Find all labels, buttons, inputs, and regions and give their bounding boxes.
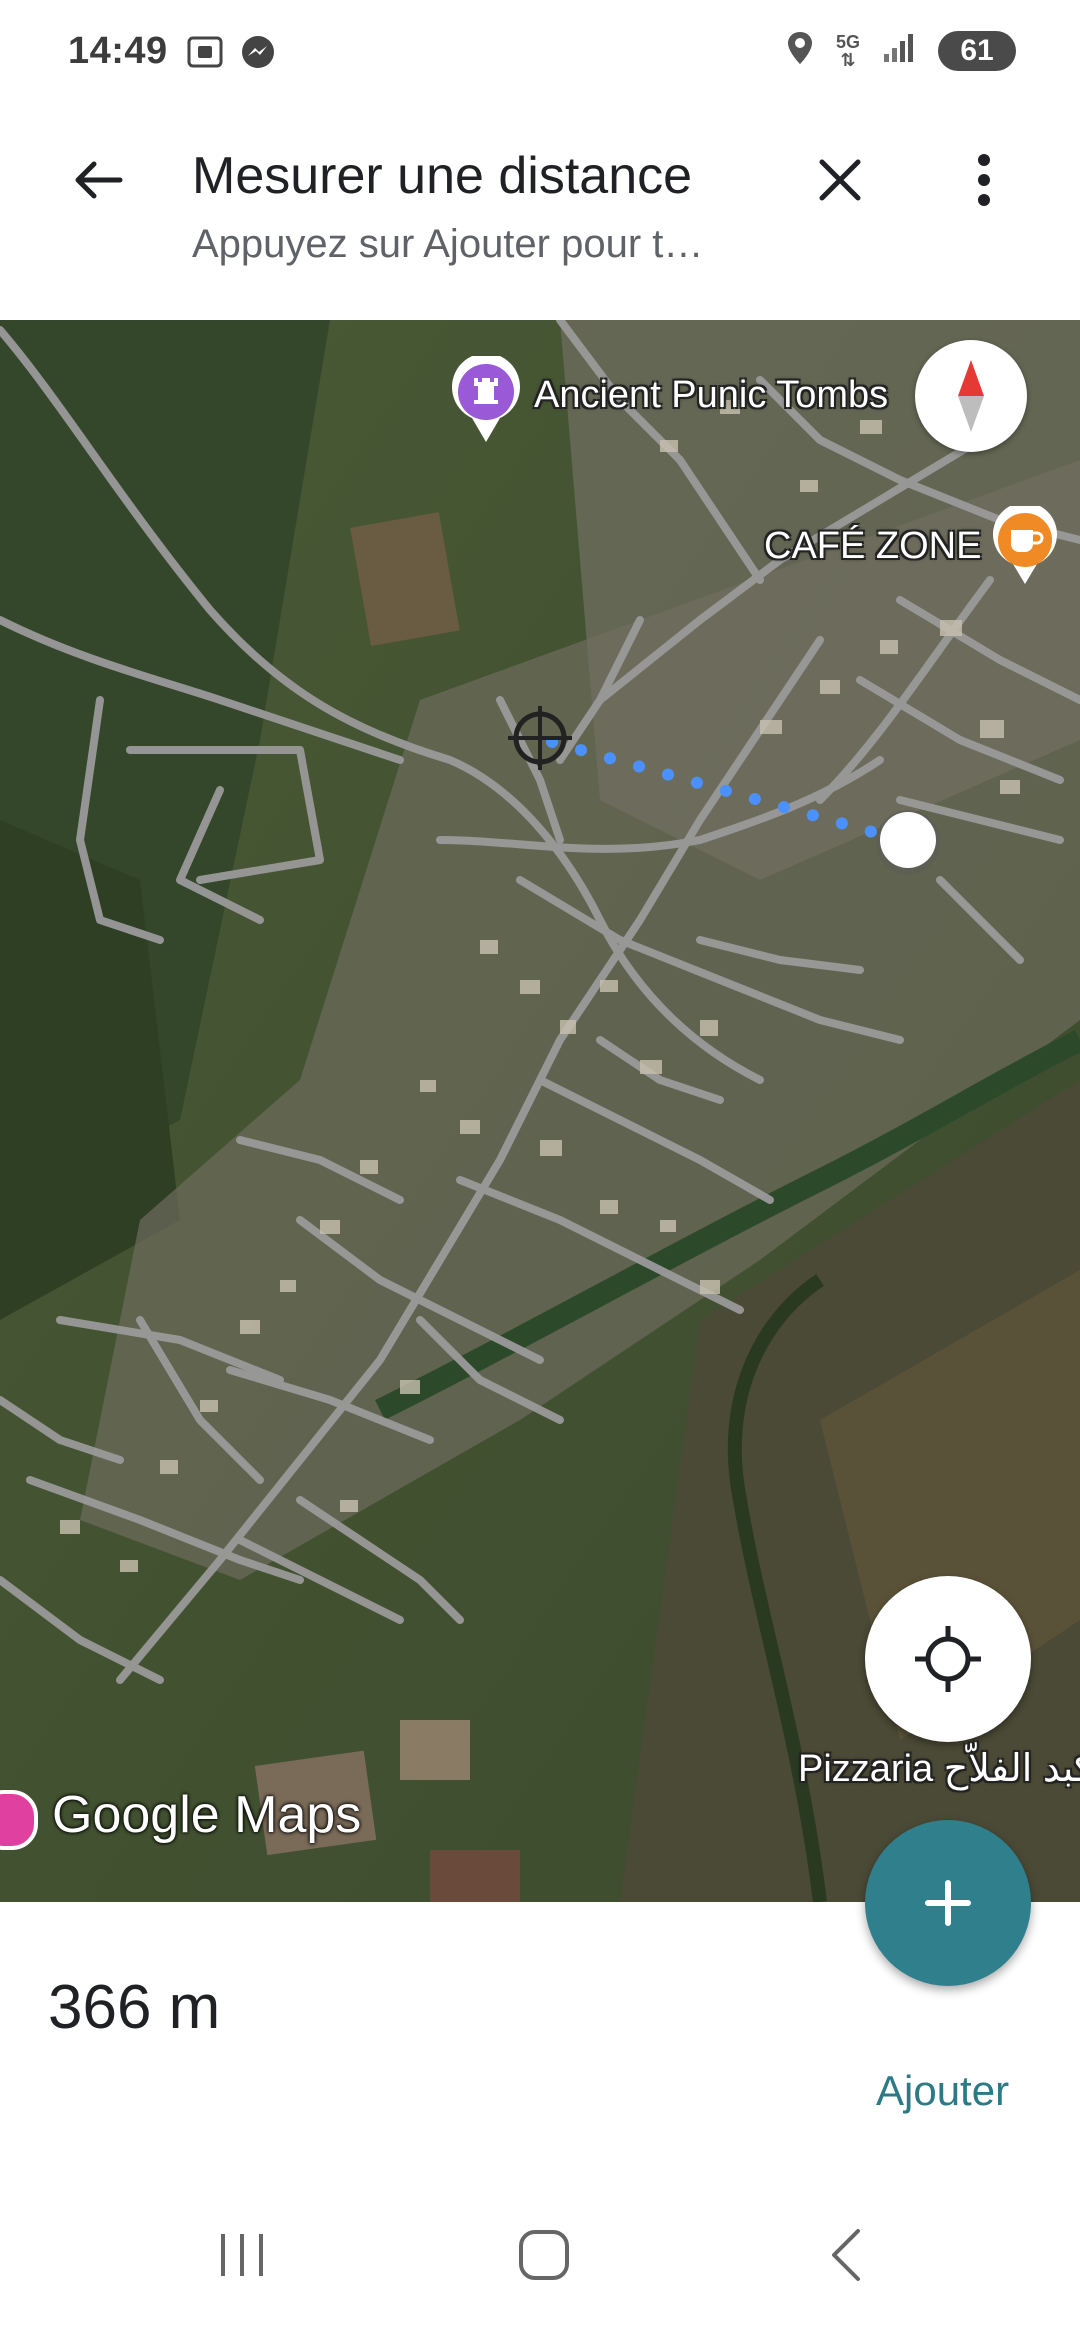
add-point-fab[interactable] [865, 1820, 1031, 1986]
add-button[interactable]: Ajouter [876, 2067, 1009, 2115]
compass-icon [958, 360, 984, 432]
status-time: 14:49 [68, 30, 168, 72]
more-vert-icon [978, 154, 990, 206]
system-back-button[interactable] [776, 2170, 916, 2340]
recent-apps-icon [221, 2234, 263, 2276]
signal-icon [882, 32, 916, 69]
poi-label: Pizzaria ﻛﺒﺪ ﺍﻟﻔﻼّﺡ [798, 1748, 1080, 1790]
page-title: Mesurer une distance [192, 147, 693, 205]
page-subtitle: Appuyez sur Ajouter pour t… [192, 222, 704, 266]
compass-button[interactable] [915, 340, 1027, 452]
battery-icon: 61 [938, 30, 1016, 71]
network-label: 5G [835, 31, 860, 52]
poi-pizzaria[interactable]: Pizzaria ﻛﺒﺪ ﺍﻟﻔﻼّﺡ [798, 1746, 1080, 1791]
screenshot-icon [186, 35, 224, 74]
monument-icon [452, 356, 520, 442]
close-icon [819, 159, 861, 201]
satellite-map[interactable]: Ancient Punic Tombs CAFÉ ZONE Pizzaria ﻛ… [0, 320, 1080, 1902]
my-location-button[interactable] [865, 1576, 1031, 1742]
poi-label: CAFÉ ZONE [764, 524, 982, 567]
poi-label: Ancient Punic Tombs [534, 373, 889, 416]
poi-cafe-zone[interactable]: CAFÉ ZONE [764, 506, 1061, 586]
coffee-cup-icon [993, 506, 1058, 584]
recent-apps-button[interactable] [172, 2170, 312, 2340]
home-button[interactable] [474, 2170, 614, 2340]
messenger-icon [240, 34, 276, 75]
back-button[interactable] [58, 140, 138, 220]
distance-value: 366 m [48, 1973, 221, 2042]
crosshair-icon [915, 1626, 981, 1692]
close-button[interactable] [800, 140, 880, 220]
status-left-icons [186, 34, 276, 75]
measure-header: Mesurer une distance Appuyez sur Ajouter… [0, 110, 1080, 320]
system-nav-bar [0, 2170, 1080, 2340]
status-bar: 14:49 5G ⇅ 61 [0, 0, 1080, 110]
plus-icon [925, 1880, 971, 1926]
back-arrow-icon [75, 161, 123, 199]
google-maps-logo: Google Maps [52, 1786, 362, 1844]
home-icon [519, 2230, 569, 2280]
location-icon [786, 30, 814, 71]
network-5g-icon: 5G ⇅ [835, 31, 860, 70]
more-options-button[interactable] [944, 140, 1024, 220]
chevron-left-icon [832, 2229, 860, 2281]
status-right-icons: 5G ⇅ 61 [786, 30, 1016, 71]
poi-ancient-punic-tombs[interactable]: Ancient Punic Tombs [450, 356, 888, 446]
measure-endpoint[interactable] [876, 810, 940, 874]
